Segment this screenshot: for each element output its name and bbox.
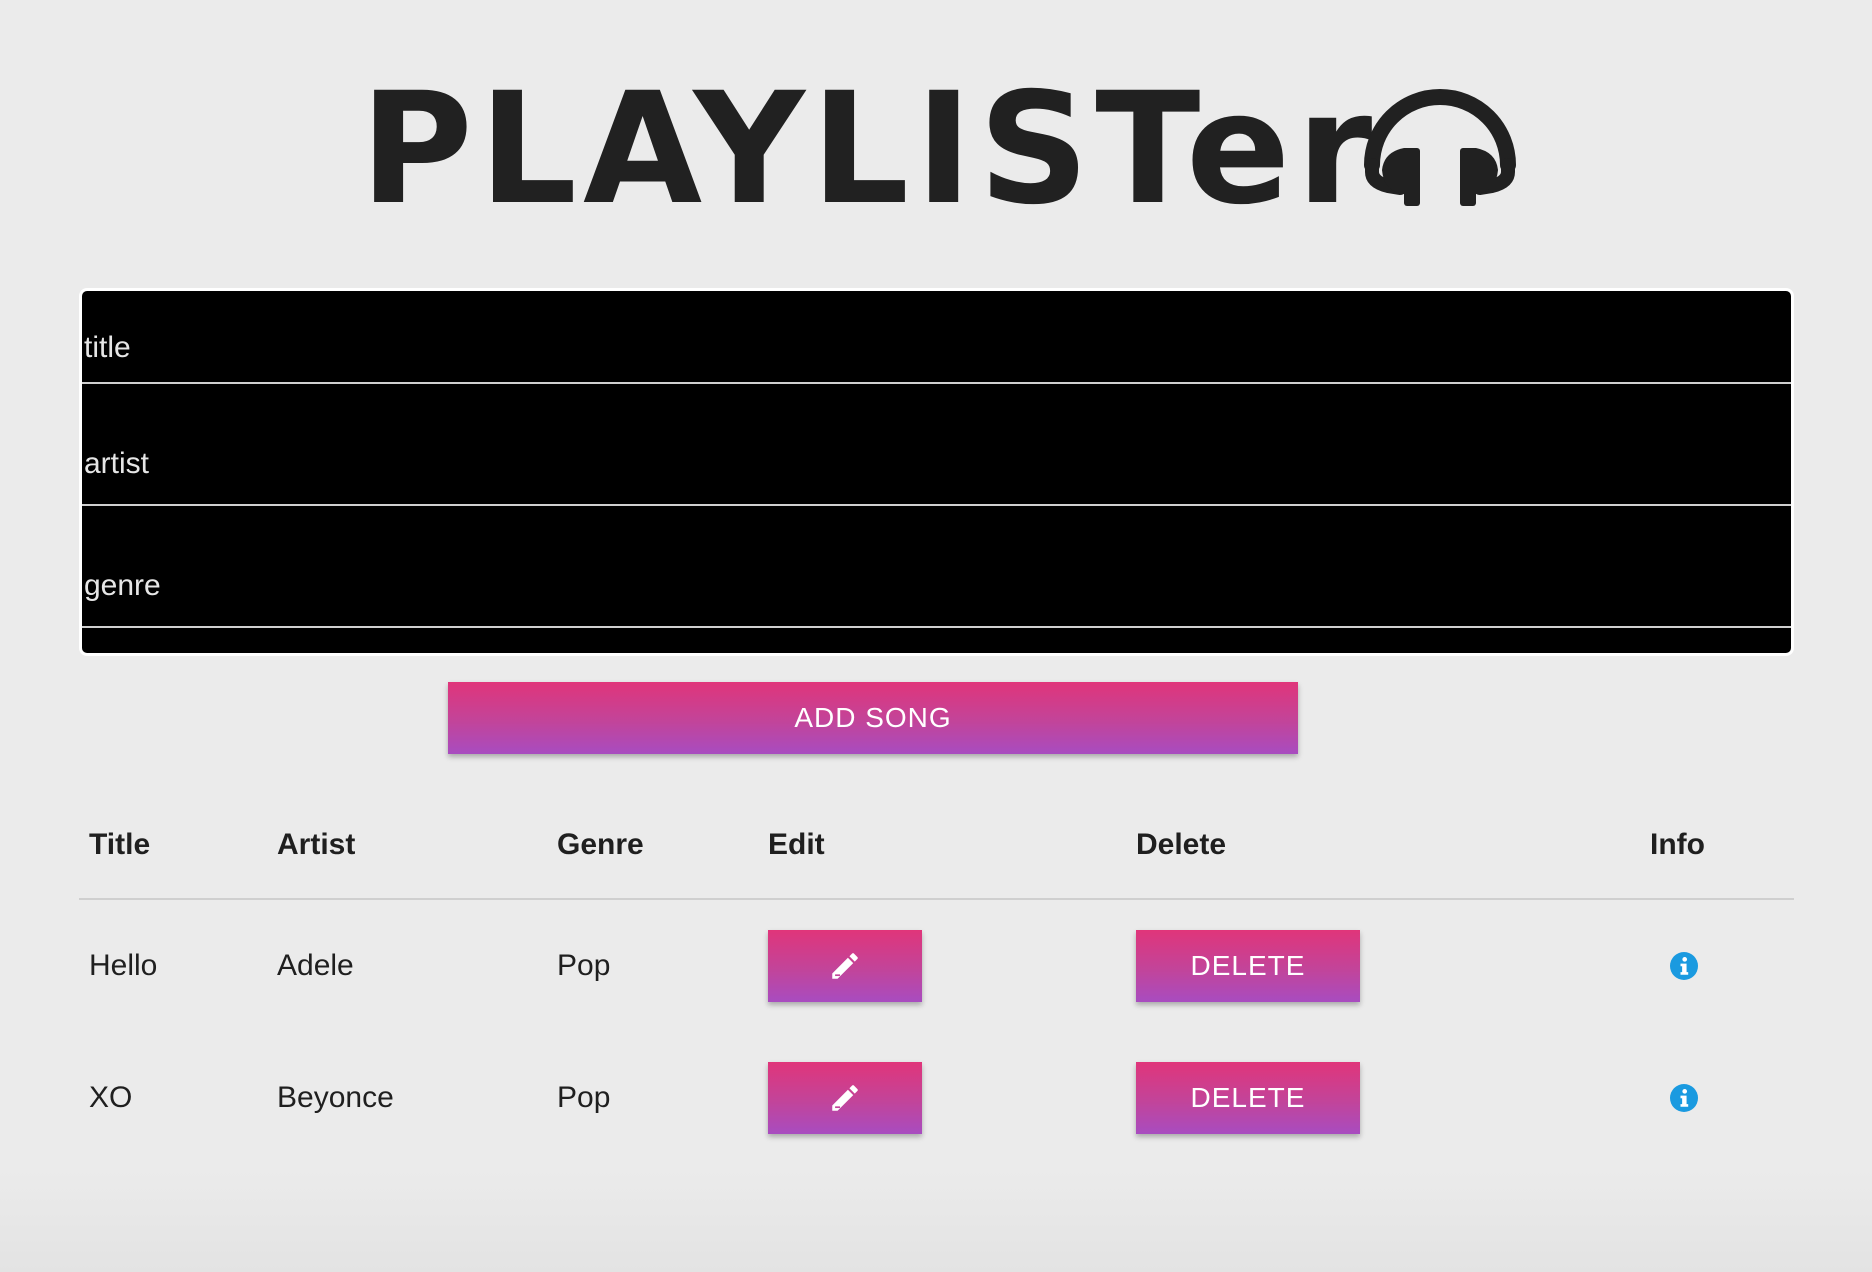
title-input[interactable] — [82, 291, 1791, 382]
info-icon[interactable] — [1670, 952, 1698, 980]
genre-field-wrapper — [82, 506, 1791, 628]
song-artist: Beyonce — [277, 1081, 394, 1114]
table-row: XO Beyonce Pop DELETE — [79, 1032, 1794, 1164]
app-logo: PLAYLISTer — [360, 70, 1540, 230]
songs-table: Title Artist Genre Edit Delete Info Hell… — [79, 800, 1794, 1164]
song-genre: Pop — [557, 949, 611, 982]
column-header-edit: Edit — [768, 828, 825, 861]
title-field-wrapper — [82, 291, 1791, 384]
song-genre: Pop — [557, 1081, 611, 1114]
info-cell — [1650, 1032, 1698, 1164]
headphones-icon — [1364, 89, 1516, 206]
column-header-artist: Artist — [277, 828, 356, 861]
edit-button[interactable] — [768, 1062, 922, 1134]
column-header-delete: Delete — [1136, 828, 1227, 861]
pencil-icon — [832, 953, 858, 979]
table-row: Hello Adele Pop DELETE — [79, 900, 1794, 1032]
delete-cell: DELETE — [1136, 900, 1360, 1032]
column-header-genre: Genre — [557, 828, 644, 861]
delete-button[interactable]: DELETE — [1136, 1062, 1360, 1134]
add-song-button[interactable]: ADD SONG — [448, 682, 1298, 754]
pencil-icon — [832, 1085, 858, 1111]
song-title: Hello — [89, 949, 158, 982]
song-title: XO — [89, 1081, 133, 1114]
song-artist: Adele — [277, 949, 354, 982]
delete-button[interactable]: DELETE — [1136, 930, 1360, 1002]
artist-input[interactable] — [82, 384, 1791, 504]
edit-cell — [768, 900, 922, 1032]
edit-cell — [768, 1032, 922, 1164]
column-header-info: Info — [1650, 828, 1705, 861]
delete-cell: DELETE — [1136, 1032, 1360, 1164]
add-song-form — [79, 288, 1794, 656]
edit-button[interactable] — [768, 930, 922, 1002]
artist-field-wrapper — [82, 384, 1791, 506]
table-header: Title Artist Genre Edit Delete Info — [79, 800, 1794, 900]
logo-text: PLAYLISTer — [360, 60, 1379, 239]
info-icon[interactable] — [1670, 1084, 1698, 1112]
genre-input[interactable] — [82, 506, 1791, 626]
column-header-title: Title — [89, 828, 151, 861]
info-cell — [1650, 900, 1698, 1032]
